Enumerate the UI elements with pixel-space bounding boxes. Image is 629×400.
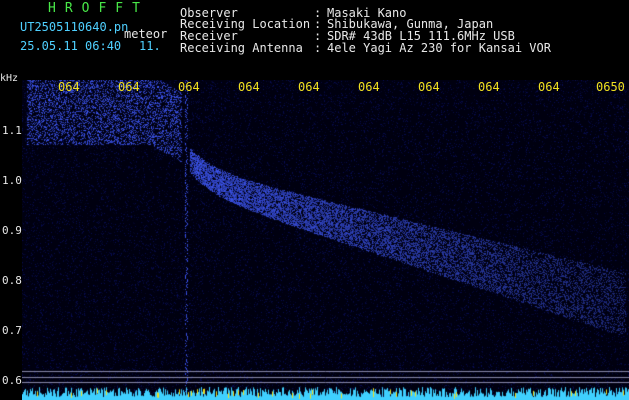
spectrogram-screen: { "header": { "brand": "HROFFT", "filena… — [0, 0, 629, 400]
x-tick-label: 064 — [418, 80, 440, 94]
app-brand: HROFFT — [48, 1, 149, 16]
x-tick-label: 064 — [538, 80, 560, 94]
image-filename: UT2505110640.pn — [20, 20, 129, 34]
antenna-label: Receiving Antenna — [180, 41, 303, 55]
spectrogram-canvas — [22, 80, 629, 400]
x-tick-label: 064 — [178, 80, 200, 94]
meteor-count: 11. — [139, 39, 161, 53]
y-tick-label: 0.8 — [2, 274, 22, 287]
x-tick-label: 064 — [358, 80, 380, 94]
y-tick-label: 0.7 — [2, 324, 22, 337]
y-tick-label: 0.9 — [2, 224, 22, 237]
x-tick-label: 064 — [298, 80, 320, 94]
y-axis-unit: kHz — [0, 73, 19, 84]
y-tick-label: 1.1 — [2, 124, 22, 137]
x-tick-label: 064 — [478, 80, 500, 94]
antenna-colon: : — [314, 41, 322, 55]
y-tick-label: 1.0 — [2, 174, 22, 187]
x-tick-label: 064 — [238, 80, 260, 94]
y-tick-label: 0.6 — [2, 374, 22, 387]
antenna-value: 4ele Yagi Az 230 for Kansai VOR — [327, 41, 551, 55]
x-tick-label: 064 — [118, 80, 140, 94]
x-tick-label: 064 — [58, 80, 80, 94]
timestamp: 25.05.11 06:40 — [20, 39, 122, 53]
x-tick-label: 0650 — [596, 80, 625, 94]
